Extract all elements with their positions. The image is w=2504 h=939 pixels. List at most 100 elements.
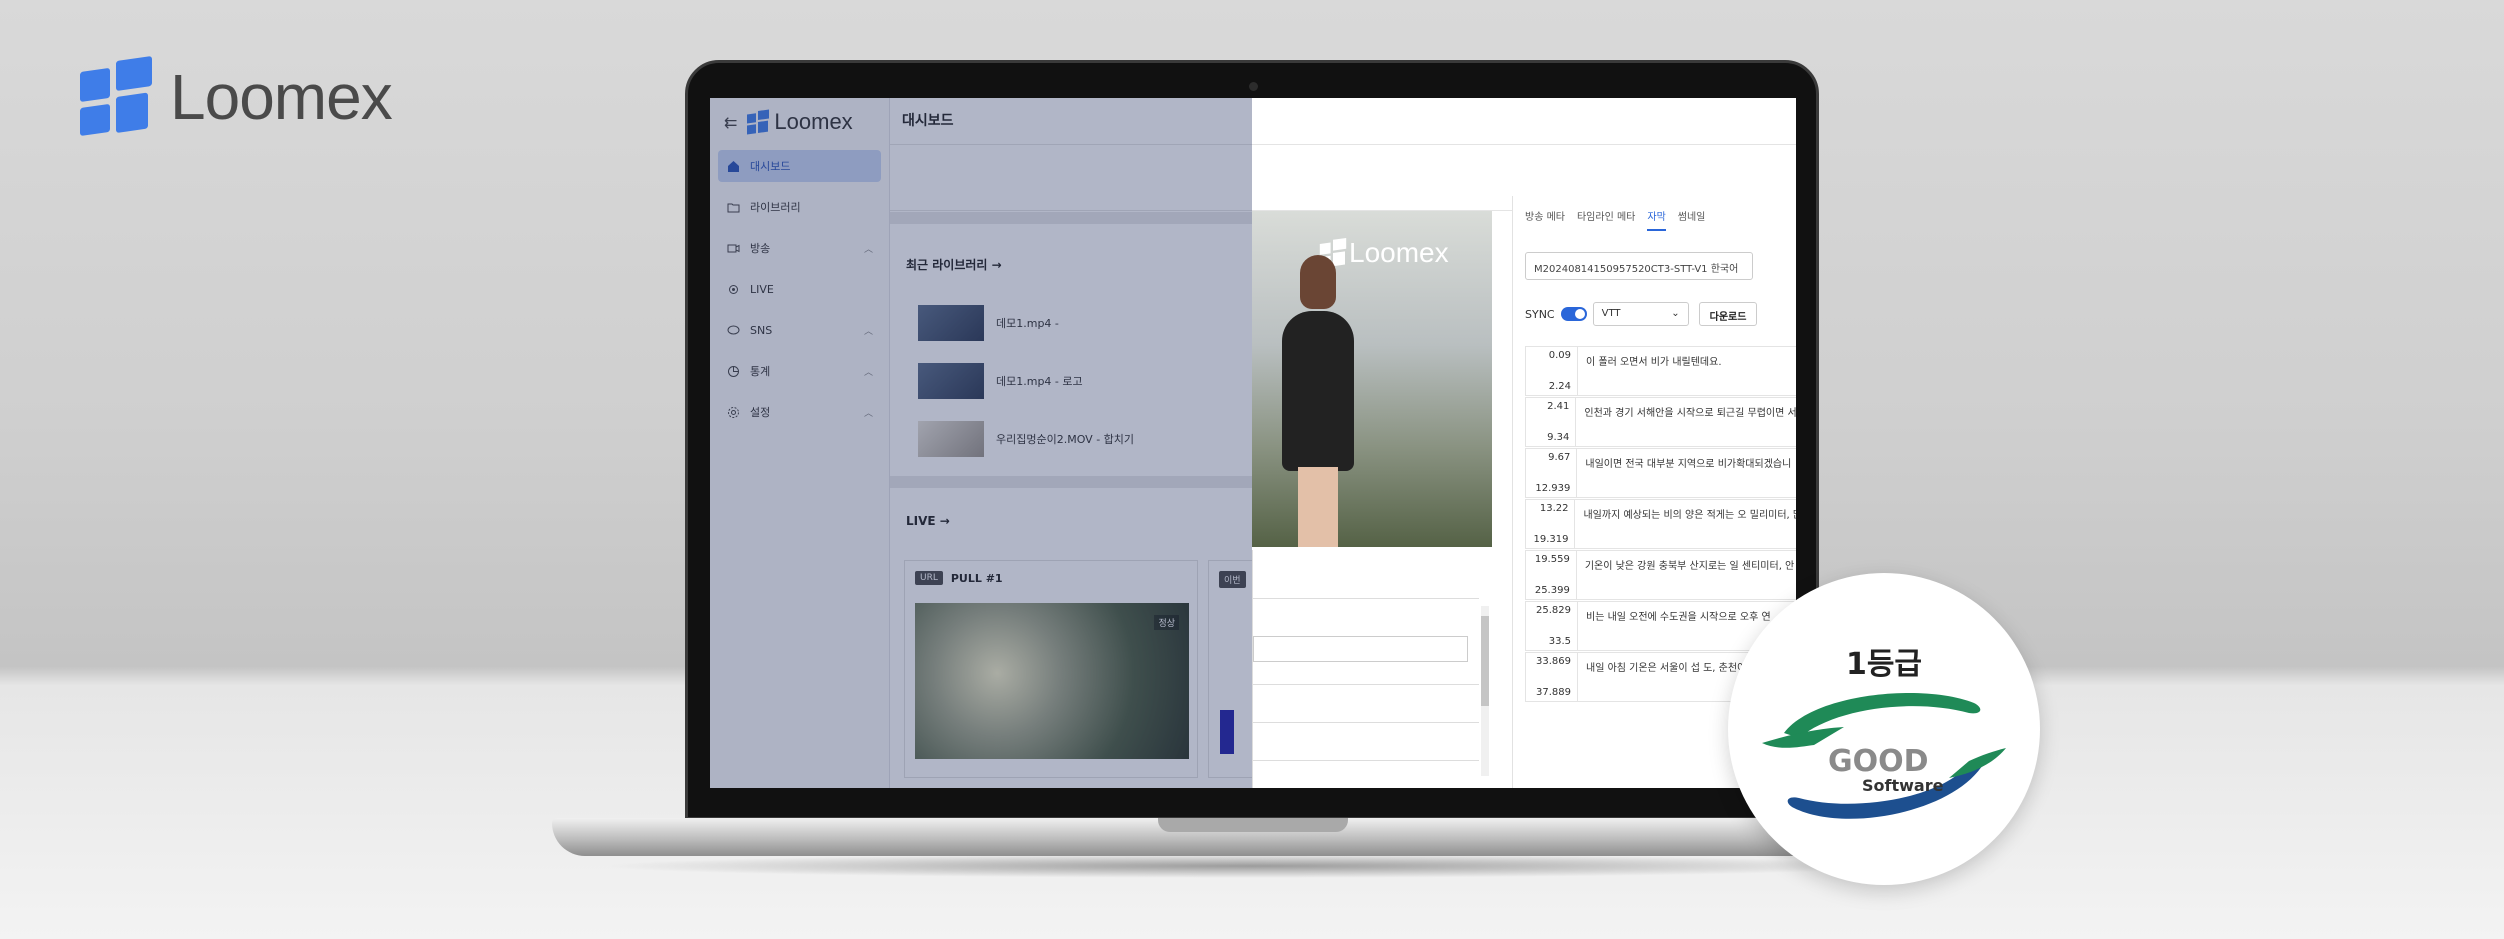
tab-broadcast-meta[interactable]: 방송 메타	[1525, 208, 1565, 231]
list-item-label: 우리집멍순이2.MOV - 합치기	[996, 433, 1135, 446]
list-item[interactable]: 데모1.mp4 -	[918, 294, 1134, 352]
chevron-up-icon[interactable]: ︿	[864, 406, 873, 419]
section-divider	[890, 476, 1252, 488]
url-badge: 이번	[1219, 571, 1246, 588]
text-input[interactable]	[1253, 636, 1468, 662]
subtitle-text[interactable]: 기온이 낮은 강원 충북부 산지로는 일 센티미터, 안	[1577, 551, 1796, 599]
sync-toggle[interactable]	[1560, 307, 1587, 321]
subtitle-file-value: M20240814150957520CT3-STT-V1 한국어	[1534, 264, 1739, 275]
header-divider	[890, 144, 1796, 145]
chart-icon	[726, 364, 740, 378]
watermark-logo: Loomex	[1319, 237, 1449, 269]
sidebar-item-label: 방송	[750, 242, 771, 255]
sidebar-logo-text: Loomex	[774, 109, 853, 134]
subtitle-row[interactable]: 19.559 25.399 기온이 낮은 강원 충북부 산지로는 일 센티미터, …	[1525, 550, 1796, 600]
live-preview	[1220, 710, 1234, 754]
end-time[interactable]: 19.319	[1533, 534, 1568, 545]
chevron-up-icon[interactable]: ︿	[864, 324, 873, 337]
laptop-notch	[1158, 818, 1348, 832]
sidebar: ⇇ Loomex 대시보드 라이브러리 방송 ︿ LIVE SNS ︿ 통계 ︿…	[710, 98, 890, 788]
good-software-badge: 1등급 GOOD Software	[1728, 573, 2040, 885]
start-time[interactable]: 13.22	[1540, 503, 1569, 514]
badge-grade: 1등급	[1845, 647, 1923, 682]
sidebar-item-label: 라이브러리	[750, 201, 801, 214]
badge-logo-sub: Software	[1862, 776, 1944, 795]
video-thumbnail	[918, 363, 984, 399]
arrow-right-icon: →	[991, 258, 1002, 272]
end-time[interactable]: 33.5	[1549, 636, 1571, 647]
end-time[interactable]: 12.939	[1535, 483, 1570, 494]
app-screen: ⇇ Loomex 대시보드 라이브러리 방송 ︿ LIVE SNS ︿ 통계 ︿…	[710, 98, 1796, 788]
live-heading[interactable]: LIVE →	[906, 514, 950, 528]
start-time[interactable]: 2.41	[1547, 401, 1569, 412]
sync-toolbar: SYNC VTT ⌄ 다운로드	[1525, 302, 1758, 326]
sidebar-item-stats[interactable]: 통계 ︿	[718, 355, 881, 387]
start-time[interactable]: 25.829	[1536, 605, 1571, 616]
brand-logo: Loomex	[80, 55, 393, 137]
subtitle-row[interactable]: 13.22 19.319 내일까지 예상되는 비의 양은 적게는 오 밀리미터, …	[1525, 499, 1796, 549]
sidebar-item-dashboard[interactable]: 대시보드	[718, 150, 881, 182]
end-time[interactable]: 25.399	[1535, 585, 1570, 596]
tab-thumbnail[interactable]: 썸네일	[1678, 208, 1706, 231]
format-select[interactable]: VTT ⌄	[1592, 302, 1689, 326]
video-thumbnail	[918, 421, 984, 457]
subtitle-row[interactable]: 0.09 2.24 이 폴러 오면서 비가 내릴텐데요.	[1525, 346, 1796, 396]
subtitle-row[interactable]: 9.67 12.939 내일이면 전국 대부분 지역으로 비가확대되겠습니	[1525, 448, 1796, 498]
recent-library-heading[interactable]: 최근 라이브러리 →	[906, 256, 1002, 273]
live-title: LIVE	[906, 514, 936, 528]
sidebar-item-label: 통계	[750, 365, 771, 378]
video-icon	[726, 241, 740, 255]
start-time[interactable]: 9.67	[1548, 452, 1570, 463]
divider	[1253, 684, 1479, 685]
list-item[interactable]: 우리집멍순이2.MOV - 합치기	[918, 410, 1134, 468]
video-player[interactable]: Loomex	[1252, 211, 1492, 547]
subtitle-text[interactable]: 내일까지 예상되는 비의 양은 적게는 오 밀리미터, 많	[1575, 500, 1796, 548]
badge-logo-word: GOOD	[1828, 744, 1929, 779]
sidebar-item-settings[interactable]: 설정 ︿	[718, 396, 881, 428]
sidebar-item-sns[interactable]: SNS ︿	[718, 314, 881, 346]
sidebar-item-label: LIVE	[750, 282, 774, 296]
sidebar-nav: 대시보드 라이브러리 방송 ︿ LIVE SNS ︿ 통계 ︿ 설정 ︿	[710, 146, 889, 441]
sidebar-item-live[interactable]: LIVE	[718, 273, 881, 305]
end-time[interactable]: 37.889	[1536, 687, 1571, 698]
start-time[interactable]: 33.869	[1536, 656, 1571, 667]
tab-subtitles[interactable]: 자막	[1647, 208, 1666, 231]
chevron-down-icon: ⌄	[1671, 308, 1680, 319]
divider	[1253, 722, 1479, 723]
list-item[interactable]: 데모1.mp4 - 로고	[918, 352, 1134, 410]
live-card[interactable]: URL PULL #1 정상	[904, 560, 1198, 778]
subtitle-text[interactable]: 인천과 경기 서해안을 시작으로 퇴근길 무렵이면 서	[1576, 398, 1796, 446]
subtitle-row[interactable]: 2.41 9.34 인천과 경기 서해안을 시작으로 퇴근길 무렵이면 서	[1525, 397, 1796, 447]
start-time[interactable]: 0.09	[1549, 350, 1571, 361]
page-title: 대시보드	[902, 113, 954, 129]
sync-label: SYNC	[1525, 307, 1555, 321]
subtitle-file-select[interactable]: M20240814150957520CT3-STT-V1 한국어	[1525, 252, 1753, 280]
folder-icon	[726, 200, 740, 214]
presenter-figure	[1300, 255, 1336, 309]
sidebar-item-broadcast[interactable]: 방송 ︿	[718, 232, 881, 264]
subtitle-text[interactable]: 이 폴러 오면서 비가 내릴텐데요.	[1578, 347, 1730, 395]
section-divider	[890, 212, 1252, 224]
panel-tabs: 방송 메타 타임라인 메타 자막 썸네일	[1513, 196, 1796, 231]
chevron-up-icon[interactable]: ︿	[864, 365, 873, 378]
sidebar-item-library[interactable]: 라이브러리	[718, 191, 881, 223]
sidebar-item-label: 대시보드	[750, 160, 791, 173]
start-time[interactable]: 19.559	[1535, 554, 1570, 565]
subtitle-text[interactable]: 내일이면 전국 대부분 지역으로 비가확대되겠습니	[1577, 449, 1796, 497]
download-button[interactable]: 다운로드	[1698, 302, 1758, 326]
arrow-right-icon: →	[939, 514, 950, 528]
broadcast-icon	[726, 282, 740, 296]
tab-timeline-meta[interactable]: 타임라인 메타	[1577, 208, 1635, 231]
sidebar-logo[interactable]: Loomex	[747, 109, 853, 135]
recent-library-list: 데모1.mp4 - 데모1.mp4 - 로고 우리집멍순이2.MOV - 합치기	[918, 294, 1134, 468]
laptop-shadow	[600, 854, 1900, 878]
scrollbar-thumb[interactable]	[1481, 616, 1489, 706]
chevron-up-icon[interactable]: ︿	[864, 242, 873, 255]
list-item-label: 데모1.mp4 - 로고	[996, 375, 1083, 388]
end-time[interactable]: 9.34	[1547, 432, 1569, 443]
recent-library-title: 최근 라이브러리	[906, 258, 988, 272]
divider	[1253, 598, 1479, 599]
end-time[interactable]: 2.24	[1549, 381, 1571, 392]
live-preview[interactable]: 정상	[915, 603, 1189, 759]
collapse-sidebar-icon[interactable]: ⇇	[724, 113, 737, 132]
